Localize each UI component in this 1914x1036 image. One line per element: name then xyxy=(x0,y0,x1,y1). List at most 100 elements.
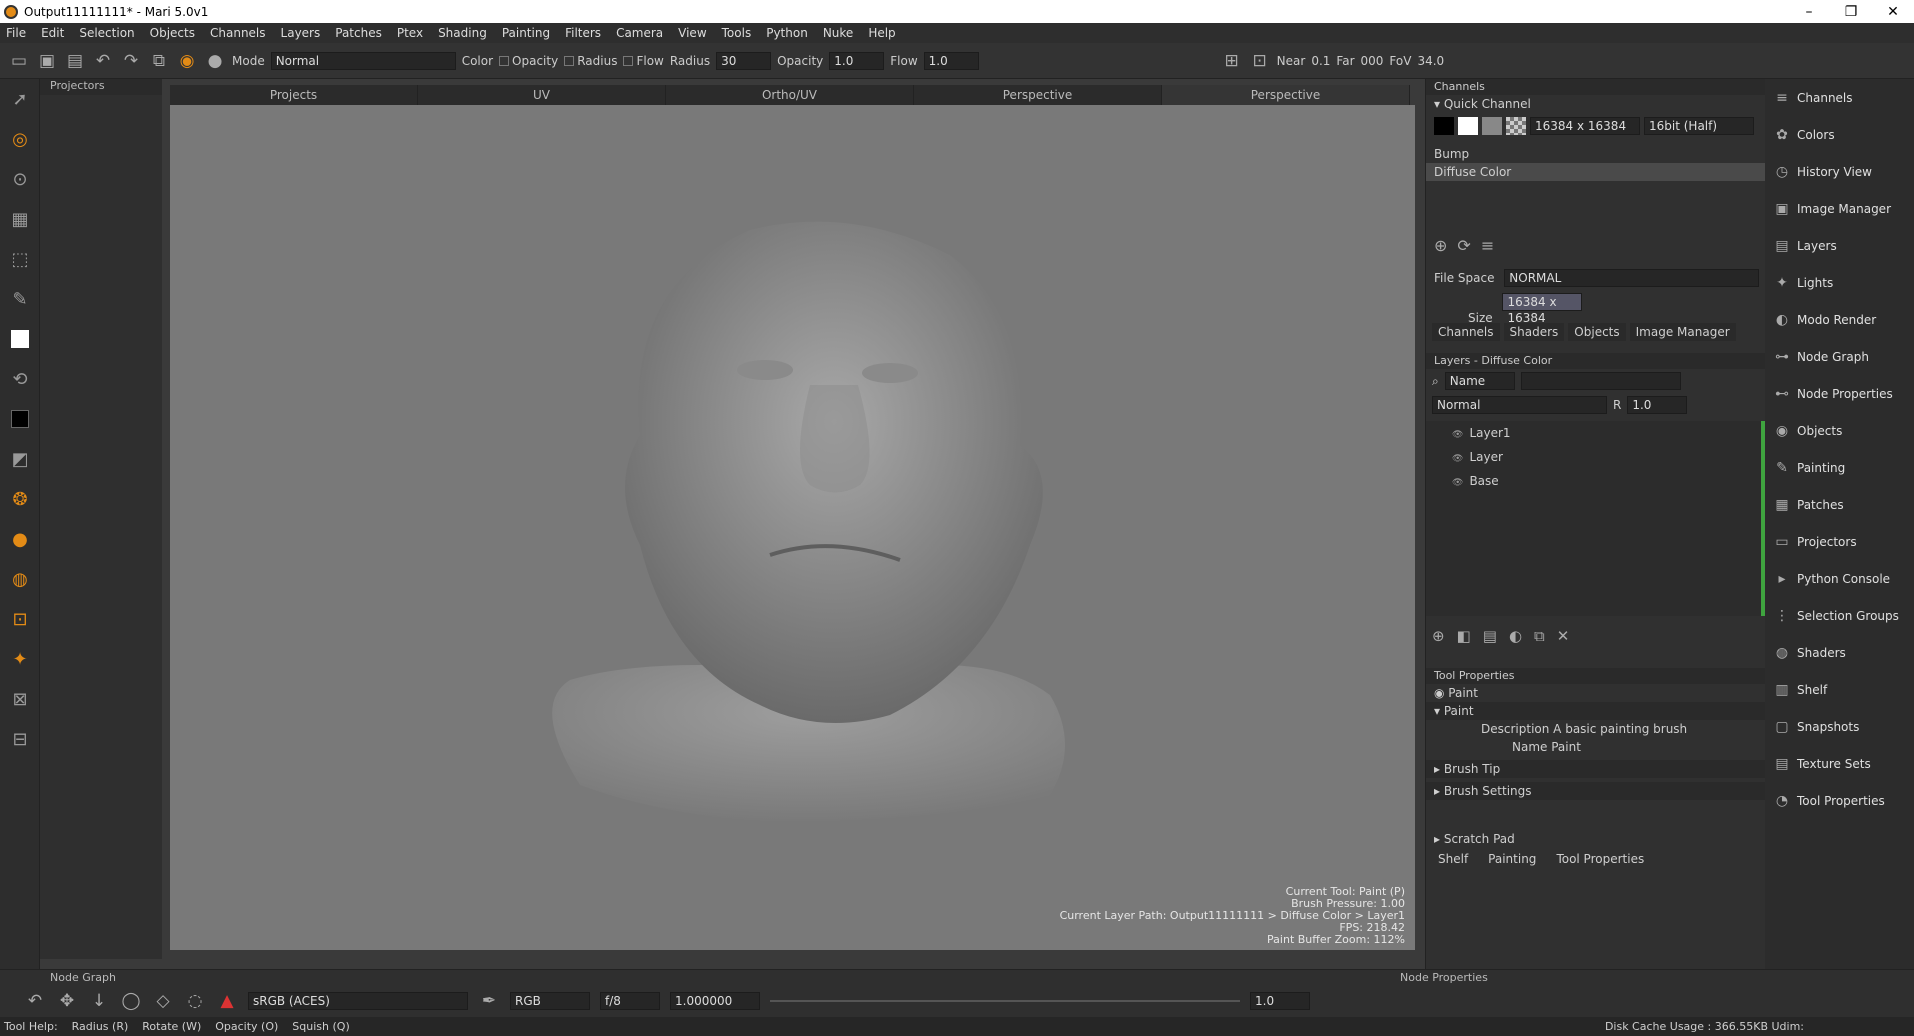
gain-field[interactable]: 1.0 xyxy=(1250,992,1310,1010)
adjustment-layer-icon[interactable]: ◧ xyxy=(1457,627,1471,645)
layer-row[interactable]: 👁 Base xyxy=(1426,469,1761,493)
channel-item[interactable]: Diffuse Color xyxy=(1426,163,1765,181)
nav-layers[interactable]: ▤ Layers xyxy=(1765,227,1914,264)
nav-texture-sets[interactable]: ▤ Texture Sets xyxy=(1765,745,1914,782)
menu-tools[interactable]: Tools xyxy=(722,26,752,40)
brush-dot-icon[interactable]: ● xyxy=(204,50,226,72)
layers-filter-input[interactable] xyxy=(1520,372,1681,390)
nav-shelf[interactable]: ▥ Shelf xyxy=(1765,671,1914,708)
viewport-tab-uv[interactable]: UV xyxy=(418,85,666,105)
far-field[interactable]: 000 xyxy=(1361,54,1384,68)
channel-item[interactable]: Bump xyxy=(1426,145,1765,163)
nav-channels[interactable]: ≡ Channels xyxy=(1765,79,1914,116)
scratch-tab[interactable]: Painting xyxy=(1482,850,1542,868)
nav-modo-render[interactable]: ◐ Modo Render xyxy=(1765,301,1914,338)
channel-tab[interactable]: Shaders xyxy=(1503,323,1565,341)
menu-patches[interactable]: Patches xyxy=(335,26,382,40)
channel-list-icon[interactable]: ≡ xyxy=(1481,236,1494,255)
black-swatch[interactable] xyxy=(1434,117,1454,135)
paint-section-header[interactable]: ▾ Paint xyxy=(1426,702,1765,720)
fov-field[interactable]: 34.0 xyxy=(1417,54,1444,68)
colorspace-select[interactable]: sRGB (ACES) xyxy=(248,992,468,1010)
star-icon[interactable]: ✦ xyxy=(0,639,40,679)
menu-edit[interactable]: Edit xyxy=(41,26,64,40)
layers-blend-select[interactable]: Normal xyxy=(1432,396,1607,414)
select-arrow-icon[interactable]: ➚ xyxy=(0,79,40,119)
nav-tool-properties[interactable]: ◔ Tool Properties xyxy=(1765,782,1914,819)
opacity-field[interactable]: 1.0 xyxy=(829,51,885,70)
mask-layer-icon[interactable]: ◐ xyxy=(1509,627,1522,645)
transparent-swatch[interactable] xyxy=(1506,117,1526,135)
menu-help[interactable]: Help xyxy=(868,26,895,40)
brush-settings-section[interactable]: ▸ Brush Settings xyxy=(1426,782,1765,800)
eye-icon[interactable]: 👁 xyxy=(1452,454,1463,464)
sphere-icon[interactable]: ◍ xyxy=(0,559,40,599)
viewport-tab-ortho-uv[interactable]: Ortho/UV xyxy=(666,85,914,105)
layers-filter-select[interactable]: Name xyxy=(1444,372,1515,390)
channel-depth-select[interactable]: 16bit (Half) xyxy=(1644,117,1754,135)
move-tool-icon[interactable]: ✥ xyxy=(56,990,78,1012)
channel-tab[interactable]: Objects xyxy=(1568,323,1626,341)
new-icon[interactable]: ▭ xyxy=(8,50,30,72)
nav-shaders[interactable]: ◍ Shaders xyxy=(1765,634,1914,671)
gray-swatch[interactable] xyxy=(1482,117,1502,135)
clone-icon[interactable]: ⊙ xyxy=(0,159,40,199)
radius-field[interactable]: 30 xyxy=(716,51,772,70)
merge-layer-icon[interactable]: ⧉ xyxy=(1534,627,1545,645)
paint-brush-icon[interactable]: ◎ xyxy=(0,119,40,159)
menu-python[interactable]: Python xyxy=(766,26,808,40)
eye-icon[interactable]: 👁 xyxy=(1452,430,1463,440)
down-arrow-icon[interactable]: ↓ xyxy=(88,990,110,1012)
paint-tool-icon[interactable]: ◉ xyxy=(176,50,198,72)
nav-painting[interactable]: ✎ Painting xyxy=(1765,449,1914,486)
viewport-tab-perspective[interactable]: Perspective xyxy=(914,85,1162,105)
menu-camera[interactable]: Camera xyxy=(616,26,663,40)
near-field[interactable]: 0.1 xyxy=(1311,54,1330,68)
copy-icon[interactable]: ⧉ xyxy=(148,50,170,72)
eye-icon[interactable]: 👁 xyxy=(1452,478,1463,488)
minimize-icon[interactable]: – xyxy=(1788,4,1830,20)
white-swatch[interactable] xyxy=(1458,117,1478,135)
nav-lights[interactable]: ✦ Lights xyxy=(1765,264,1914,301)
layers-opacity-field[interactable]: 1.0 xyxy=(1627,396,1688,414)
exposure-field[interactable]: 1.000000 xyxy=(670,992,760,1010)
color-label[interactable]: Color xyxy=(462,54,493,68)
quick-channel-header[interactable]: ▾ Quick Channel xyxy=(1426,95,1765,113)
camera-icon[interactable]: ⊡ xyxy=(1249,50,1271,72)
frame2-icon[interactable]: ⊟ xyxy=(0,719,40,759)
menu-painting[interactable]: Painting xyxy=(502,26,550,40)
menu-ptex[interactable]: Ptex xyxy=(397,26,423,40)
color-manager-icon[interactable]: ▲ xyxy=(216,990,238,1012)
foreground-color-swatch[interactable] xyxy=(0,319,40,359)
channel-select[interactable]: RGB xyxy=(510,992,590,1010)
menu-channels[interactable]: Channels xyxy=(210,26,266,40)
redo-icon[interactable]: ↷ xyxy=(120,50,142,72)
flow-field[interactable]: 1.0 xyxy=(923,51,979,70)
menu-view[interactable]: View xyxy=(678,26,706,40)
nav-selection-groups[interactable]: ⋮ Selection Groups xyxy=(1765,597,1914,634)
channel-size-select[interactable]: 16384 x 16384 xyxy=(1530,117,1640,135)
scratch-pad-header[interactable]: ▸ Scratch Pad xyxy=(1426,830,1765,848)
transform-icon[interactable]: ◇ xyxy=(152,990,174,1012)
nav-patches[interactable]: ▦ Patches xyxy=(1765,486,1914,523)
scratch-tab[interactable]: Shelf xyxy=(1432,850,1474,868)
swap-colors-icon[interactable]: ⟲ xyxy=(0,359,40,399)
channel-refresh-icon[interactable]: ⟳ xyxy=(1457,236,1470,255)
frame-icon[interactable]: ⊠ xyxy=(0,679,40,719)
menu-selection[interactable]: Selection xyxy=(79,26,134,40)
nav-objects[interactable]: ◉ Objects xyxy=(1765,412,1914,449)
circle-select-icon[interactable]: ◌ xyxy=(184,990,206,1012)
view-icon[interactable]: ⊞ xyxy=(1221,50,1243,72)
brush-icon[interactable]: ✒ xyxy=(478,990,500,1012)
layer-row[interactable]: 👁 Layer xyxy=(1426,445,1761,469)
add-layer-icon[interactable]: ⊕ xyxy=(1432,627,1445,645)
flow-toggle[interactable]: Flow xyxy=(623,54,664,68)
menu-filters[interactable]: Filters xyxy=(565,26,601,40)
undo-icon[interactable]: ↶ xyxy=(92,50,114,72)
scratch-tab[interactable]: Tool Properties xyxy=(1550,850,1650,868)
channel-tab[interactable]: Channels xyxy=(1432,323,1500,341)
viewport[interactable]: Current Tool: Paint (P) Brush Pressure: 1… xyxy=(170,105,1415,950)
fstop-field[interactable]: f/8 xyxy=(600,992,660,1010)
nav-python-console[interactable]: ▸ Python Console xyxy=(1765,560,1914,597)
nav-colors[interactable]: ✿ Colors xyxy=(1765,116,1914,153)
